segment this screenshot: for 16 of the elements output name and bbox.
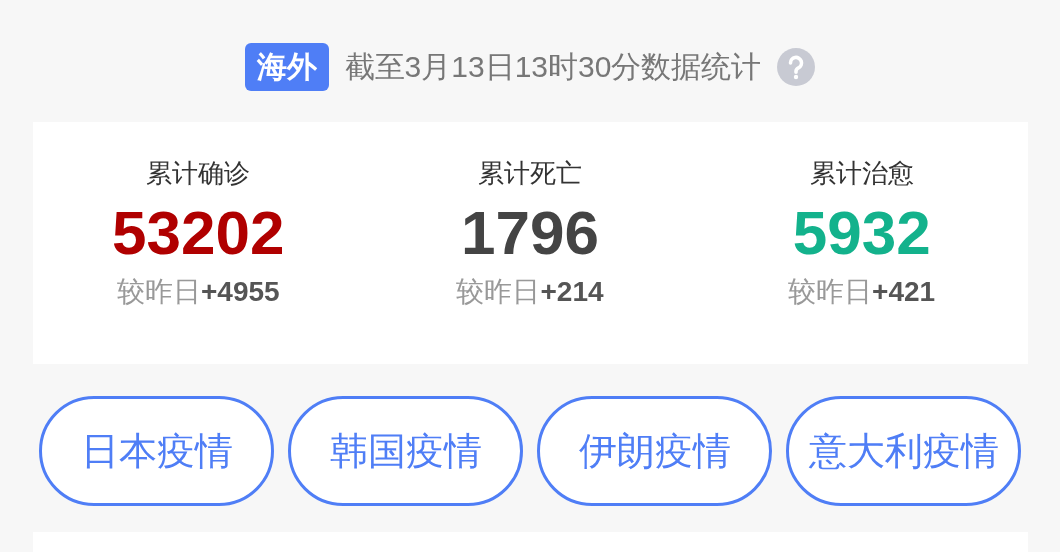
stat-value: 5932 [792,201,931,264]
stat-value: 53202 [112,201,285,264]
stat-label: 累计确诊 [146,159,251,186]
stat-change: 较昨日+214 [456,277,604,306]
stat-label: 累计治愈 [809,159,914,186]
country-link-button[interactable]: 伊朗疫情 [537,396,772,507]
stat-value: 1796 [461,201,599,264]
country-link-button[interactable]: 日本疫情 [39,396,274,507]
region-badge: 海外 [244,42,329,91]
update-caption: 截至3月13日13时30分数据统计 [344,51,762,82]
country-link-button[interactable]: 意大利疫情 [786,396,1021,507]
country-link-button[interactable]: 韩国疫情 [288,396,523,507]
stat-change: 较昨日+4955 [117,277,280,306]
help-icon[interactable] [777,47,816,86]
stat-change: 较昨日+421 [788,277,936,306]
stat-label: 累计死亡 [478,159,582,186]
